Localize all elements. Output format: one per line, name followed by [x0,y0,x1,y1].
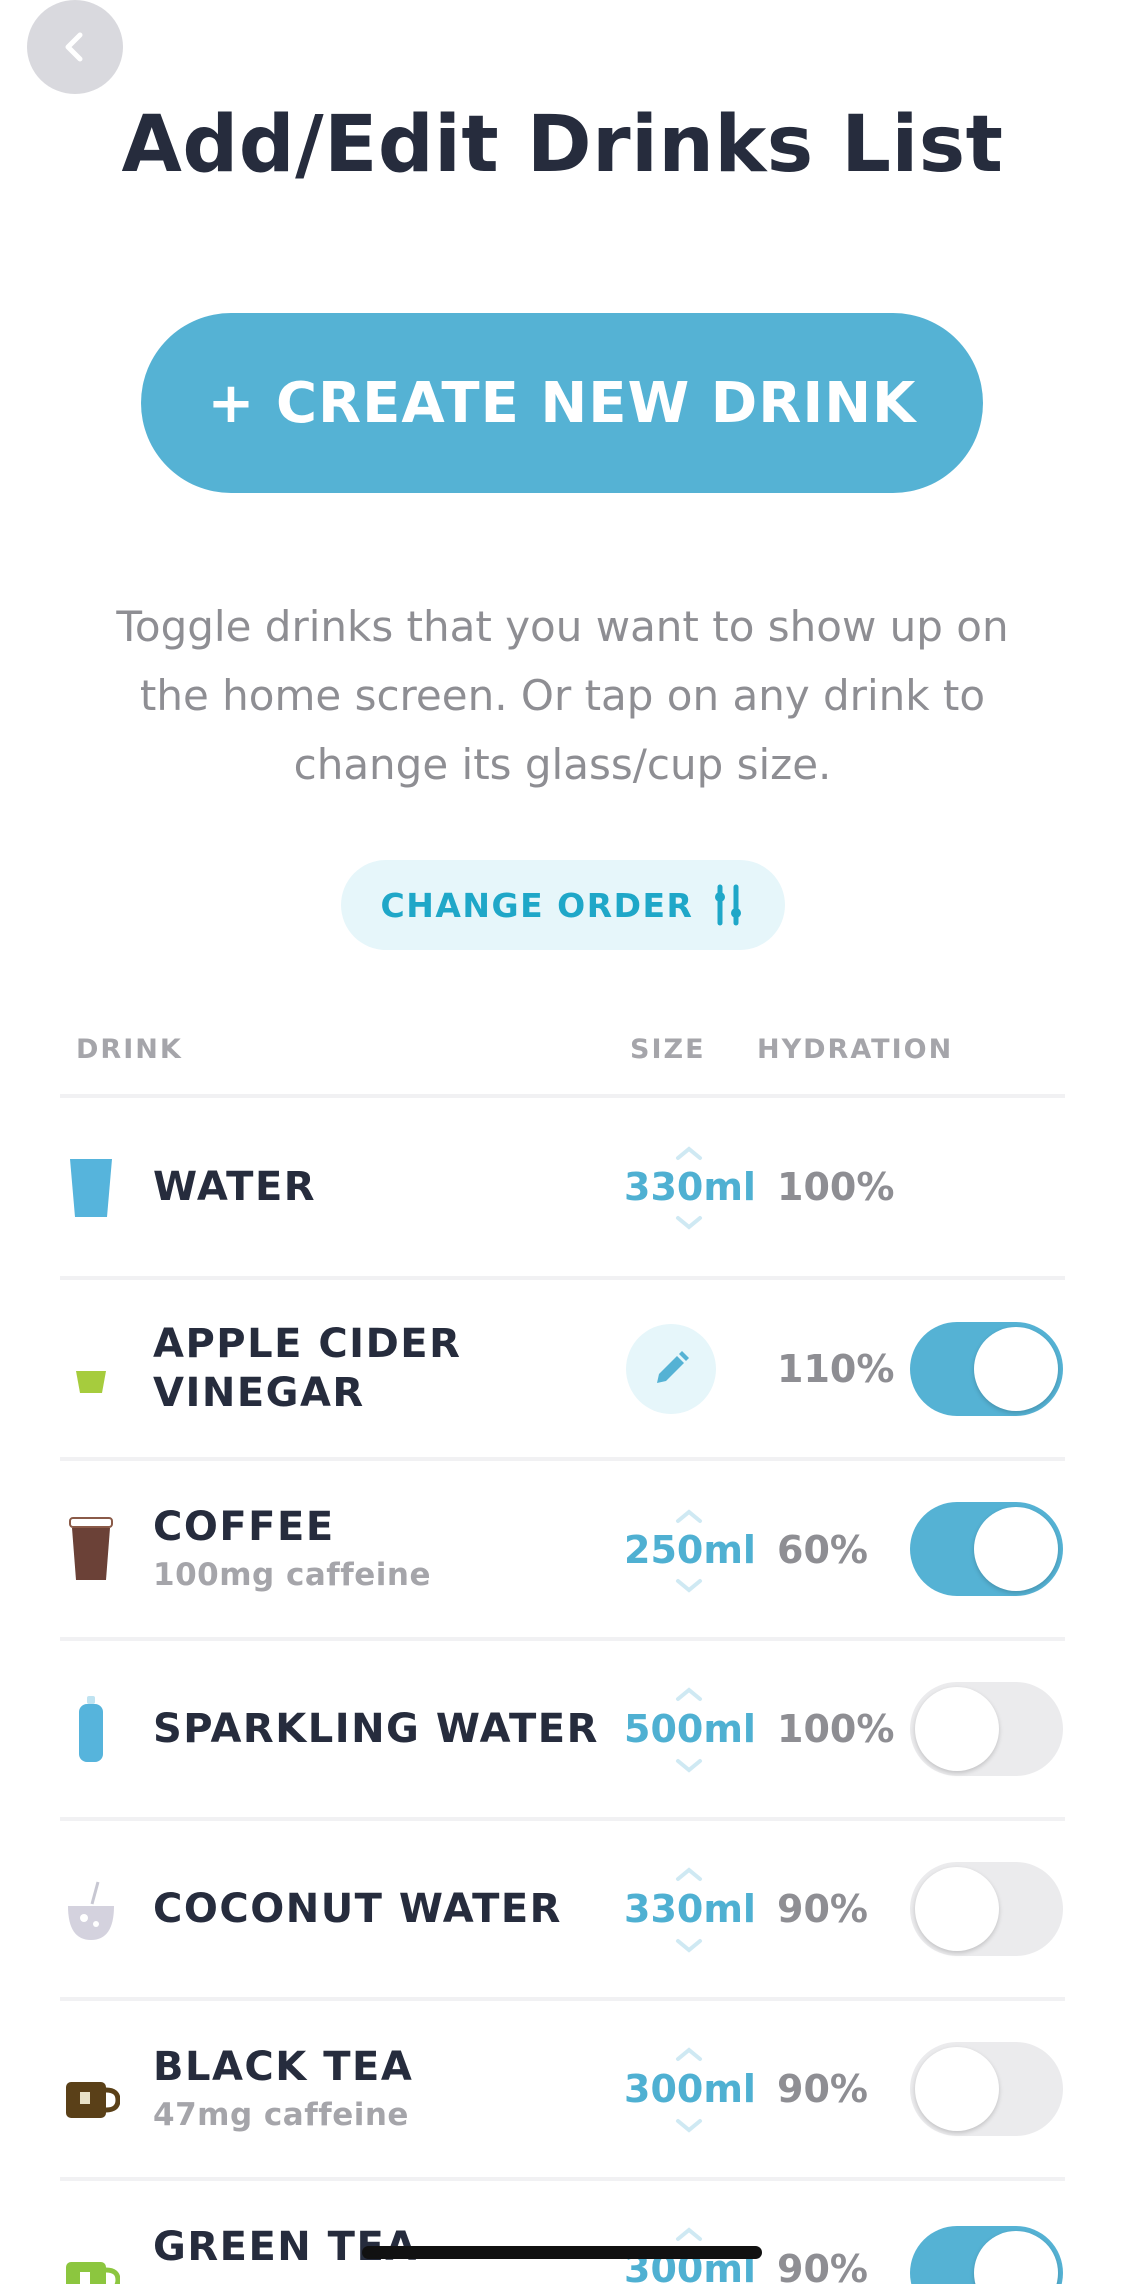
sparkling-water-bottle-icon [79,1696,103,1762]
pencil-icon [657,1351,689,1383]
apple-cider-vinegar-icon [76,1371,106,1393]
drink-name: COCONUT WATER [153,1886,562,1932]
drink-name-line2: VINEGAR [153,1370,365,1416]
toggle-knob [915,1687,999,1771]
toggle-knob [915,2047,999,2131]
drink-row-apple-cider-vinegar[interactable]: APPLE CIDER VINEGAR 110% [0,1280,1125,1458]
toggle-knob [915,1867,999,1951]
drink-name-line1: APPLE CIDER [153,1321,462,1367]
black-tea-mug-icon [66,2082,120,2118]
caffeine-text: 47mg caffeine [153,2097,409,2133]
coconut-icon [68,1881,114,1940]
hydration-value: 90% [777,1887,868,1931]
chevron-up-icon[interactable] [675,1686,703,1702]
home-indicator [362,2246,762,2259]
water-glass-icon [70,1159,112,1217]
size-value[interactable]: 300ml [620,2067,760,2111]
hydration-value: 110% [777,1347,895,1391]
drink-toggle[interactable] [910,1502,1063,1596]
change-order-label: CHANGE ORDER [380,885,694,925]
chevron-down-icon[interactable] [675,1758,703,1774]
drink-name: WATER [153,1164,317,1210]
drink-row-green-tea[interactable]: GREEN TEA 300ml 90% [0,2181,1125,2284]
hydration-value: 90% [777,2247,868,2284]
column-header-drink: DRINK [76,1034,183,1065]
drink-toggle[interactable] [910,1682,1063,1776]
drink-name: COFFEE [153,1504,335,1550]
hydration-value: 100% [777,1165,895,1209]
hydration-value: 100% [777,1707,895,1751]
drink-row-water[interactable]: WATER 330ml 100% [0,1098,1125,1276]
drink-toggle[interactable] [910,1862,1063,1956]
chevron-down-icon[interactable] [675,1578,703,1594]
drink-row-black-tea[interactable]: BLACK TEA 47mg caffeine 300ml 90% [0,2001,1125,2179]
drink-toggle[interactable] [910,2042,1063,2136]
caffeine-text: 100mg caffeine [153,1557,432,1593]
change-order-button[interactable]: CHANGE ORDER [341,860,785,950]
chevron-up-icon[interactable] [675,1866,703,1882]
coffee-cup-icon [69,1517,113,1580]
hydration-value: 60% [777,1528,868,1572]
reorder-icon [715,884,742,926]
hydration-value: 90% [777,2067,868,2111]
size-value[interactable]: 250ml [620,1528,760,1572]
drink-row-sparkling-water[interactable]: SPARKLING WATER 500ml 100% [0,1641,1125,1819]
column-header-hydration: HYDRATION [757,1034,954,1065]
size-value[interactable]: 330ml [620,1165,760,1209]
chevron-up-icon[interactable] [675,2226,703,2242]
chevron-up-icon[interactable] [675,1508,703,1524]
page-title: Add/Edit Drinks List [121,100,1004,190]
drink-name: BLACK TEA [153,2044,414,2090]
drink-toggle[interactable] [910,2226,1063,2284]
size-value[interactable]: 500ml [620,1707,760,1751]
instructions-text: Toggle drinks that you want to show up o… [116,602,1009,789]
size-value[interactable]: 330ml [620,1887,760,1931]
chevron-left-icon [65,32,83,62]
create-new-drink-button[interactable]: + CREATE NEW DRINK [141,313,983,493]
green-tea-mug-icon [66,2262,120,2284]
toggle-knob [974,2231,1058,2284]
chevron-up-icon[interactable] [675,2046,703,2062]
chevron-down-icon[interactable] [675,1938,703,1954]
chevron-up-icon[interactable] [675,1145,703,1161]
edit-drink-button[interactable] [626,1324,716,1414]
toggle-knob [974,1327,1058,1411]
drink-toggle[interactable] [910,1322,1063,1416]
toggle-knob [974,1507,1058,1591]
drink-row-coconut-water[interactable]: COCONUT WATER 330ml 90% [0,1821,1125,1999]
chevron-down-icon[interactable] [675,1215,703,1231]
back-button[interactable] [27,0,123,94]
drink-name: SPARKLING WATER [153,1706,599,1752]
column-header-size: SIZE [630,1034,706,1065]
drink-row-coffee[interactable]: COFFEE 100mg caffeine 250ml 60% [0,1461,1125,1639]
chevron-down-icon[interactable] [675,2118,703,2134]
